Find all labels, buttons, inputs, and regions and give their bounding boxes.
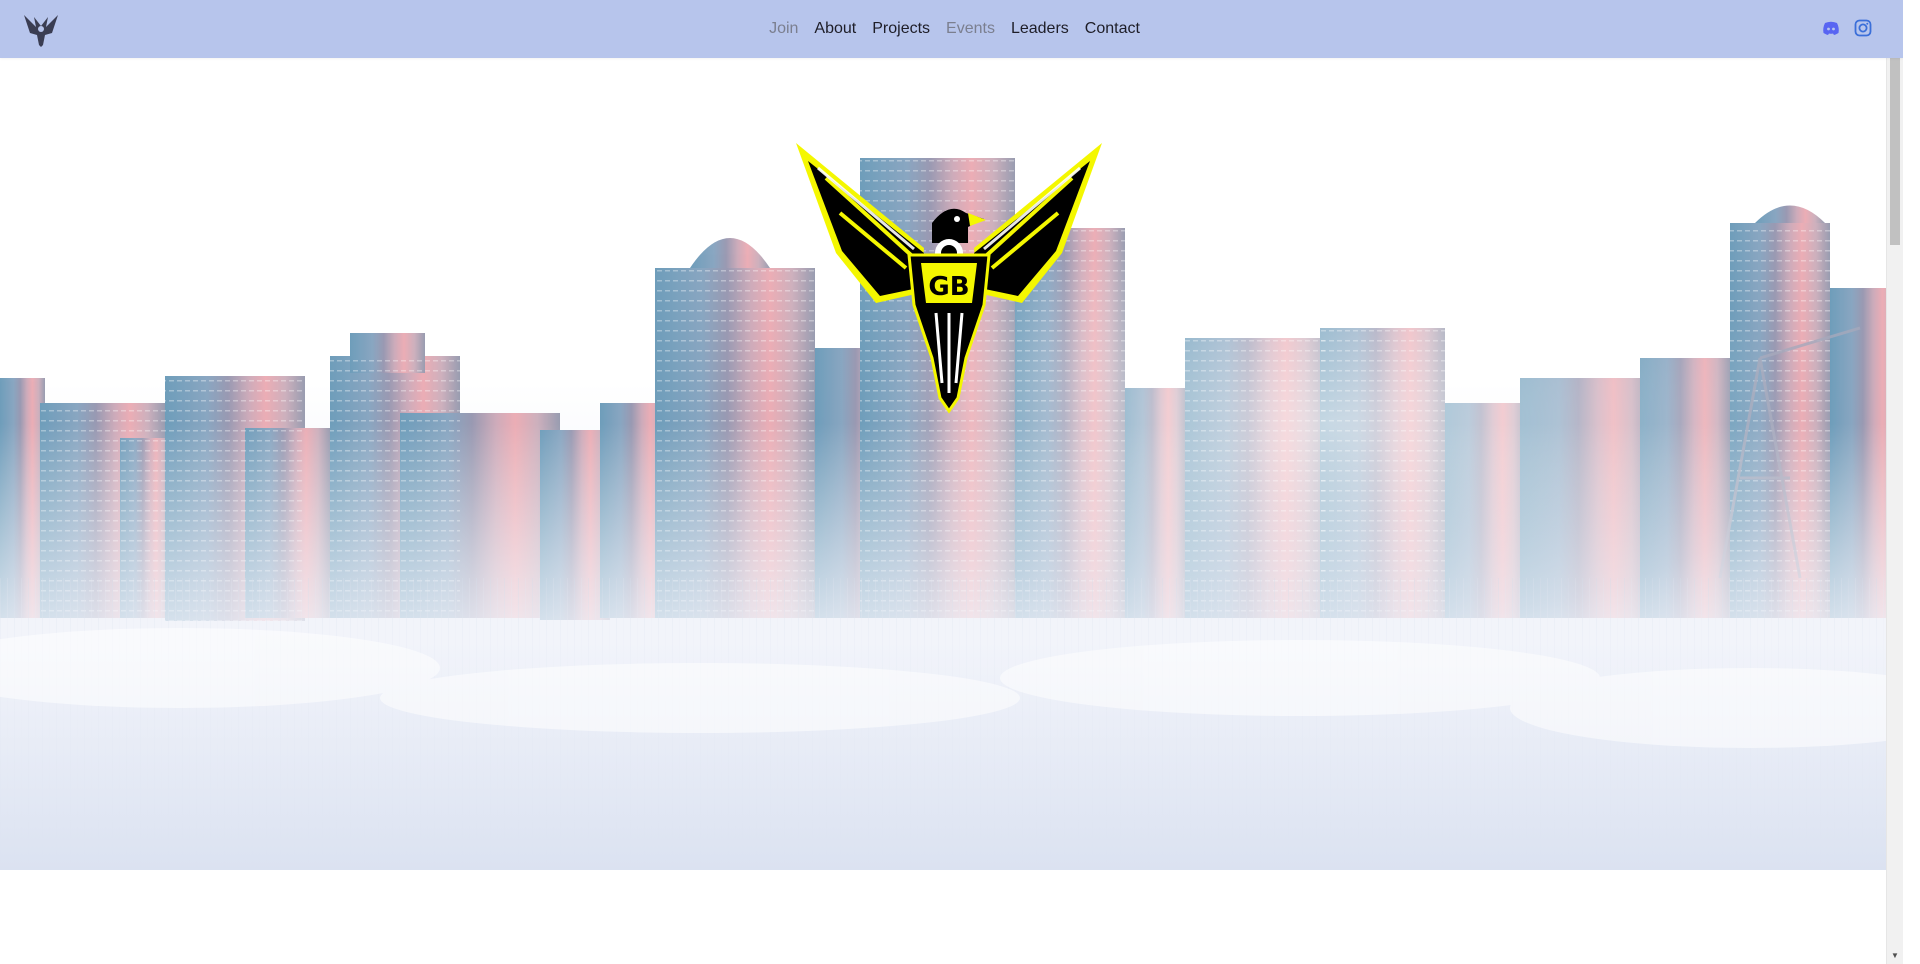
page: Join About Projects Events Leaders Conta… <box>0 0 1903 964</box>
social-links <box>1822 19 1872 37</box>
instagram-icon[interactable] <box>1854 19 1872 37</box>
nav-link-about[interactable]: About <box>806 0 864 58</box>
nav-link-join[interactable]: Join <box>761 0 806 58</box>
discord-icon[interactable] <box>1822 19 1840 37</box>
scroll-down-arrow-icon[interactable]: ▼ <box>1887 947 1903 964</box>
nav-link-contact[interactable]: Contact <box>1077 0 1148 58</box>
page-scrollbar[interactable]: ▲ ▼ <box>1886 0 1903 964</box>
eagle-emblem-icon: GB <box>796 143 1102 414</box>
nav-link-events[interactable]: Events <box>938 0 1003 58</box>
svg-text:GB: GB <box>928 272 969 302</box>
hero-banner: GB <box>0 58 1903 870</box>
nav-links: Join About Projects Events Leaders Conta… <box>0 0 1903 58</box>
navbar: Join About Projects Events Leaders Conta… <box>0 0 1903 58</box>
nav-link-leaders[interactable]: Leaders <box>1003 0 1077 58</box>
nav-link-projects[interactable]: Projects <box>864 0 938 58</box>
